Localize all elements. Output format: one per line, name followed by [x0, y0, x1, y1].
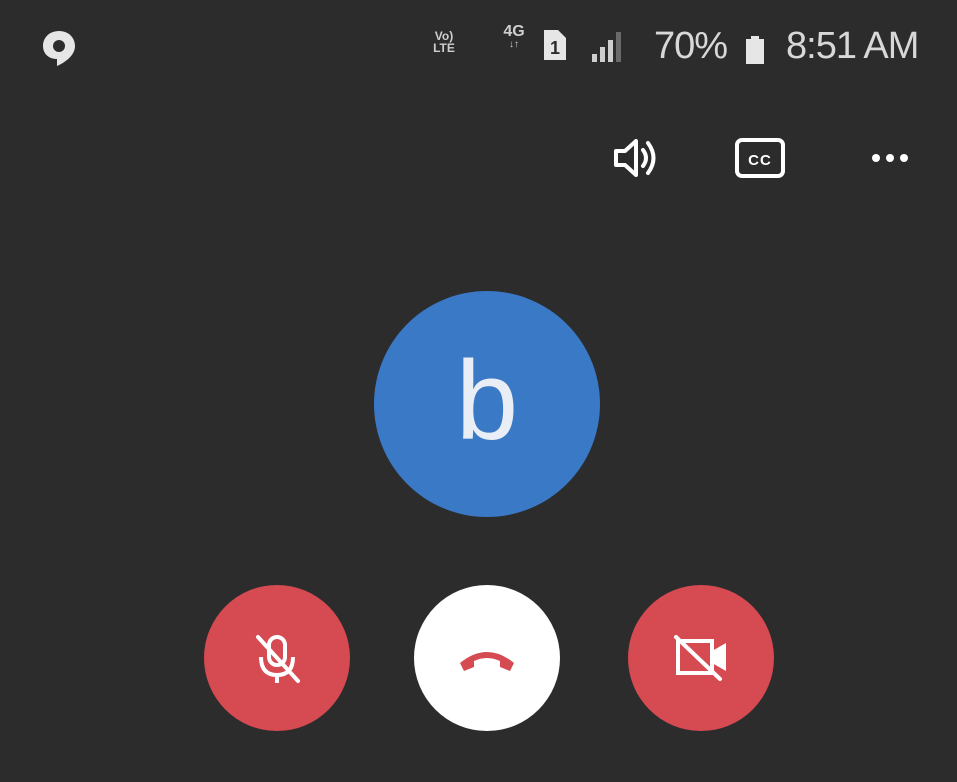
battery-percentage: 70%: [654, 25, 728, 67]
mic-off-icon: [256, 635, 300, 683]
volte-bottom-label: LTE: [433, 41, 455, 55]
closed-captions-icon: CC: [735, 138, 785, 178]
status-time: 8:51 AM: [786, 25, 919, 67]
end-call-icon: [460, 652, 514, 671]
cc-label: CC: [748, 152, 772, 169]
video-off-icon: [674, 635, 726, 681]
data-network-indicator: 4G ↓↑: [501, 24, 527, 50]
status-bar: Vo) LTE 4G ↓↑ 1 70% 8:51 AM: [0, 0, 957, 90]
closed-captions-button[interactable]: CC: [727, 126, 791, 190]
end-call-button[interactable]: [414, 585, 560, 731]
battery-icon: [745, 36, 765, 64]
signal-strength-icon: [588, 28, 628, 64]
mute-microphone-button[interactable]: [204, 585, 350, 731]
data-arrows-icon: ↓↑: [509, 39, 519, 50]
sim-icon: 1: [540, 28, 568, 62]
more-options-icon: [872, 154, 908, 162]
speaker-icon: [614, 139, 656, 177]
sim-slot-label: 1: [550, 38, 560, 58]
contact-avatar: b: [374, 291, 600, 517]
hangouts-icon: [40, 28, 78, 68]
turn-off-video-button[interactable]: [628, 585, 774, 731]
speaker-button[interactable]: [604, 126, 668, 190]
more-options-button[interactable]: [858, 126, 922, 190]
data-type-label: 4G: [503, 23, 525, 40]
volte-indicator: Vo) LTE: [431, 30, 457, 54]
call-screen: Vo) LTE 4G ↓↑ 1 70% 8:51 AM CC b: [0, 0, 957, 782]
